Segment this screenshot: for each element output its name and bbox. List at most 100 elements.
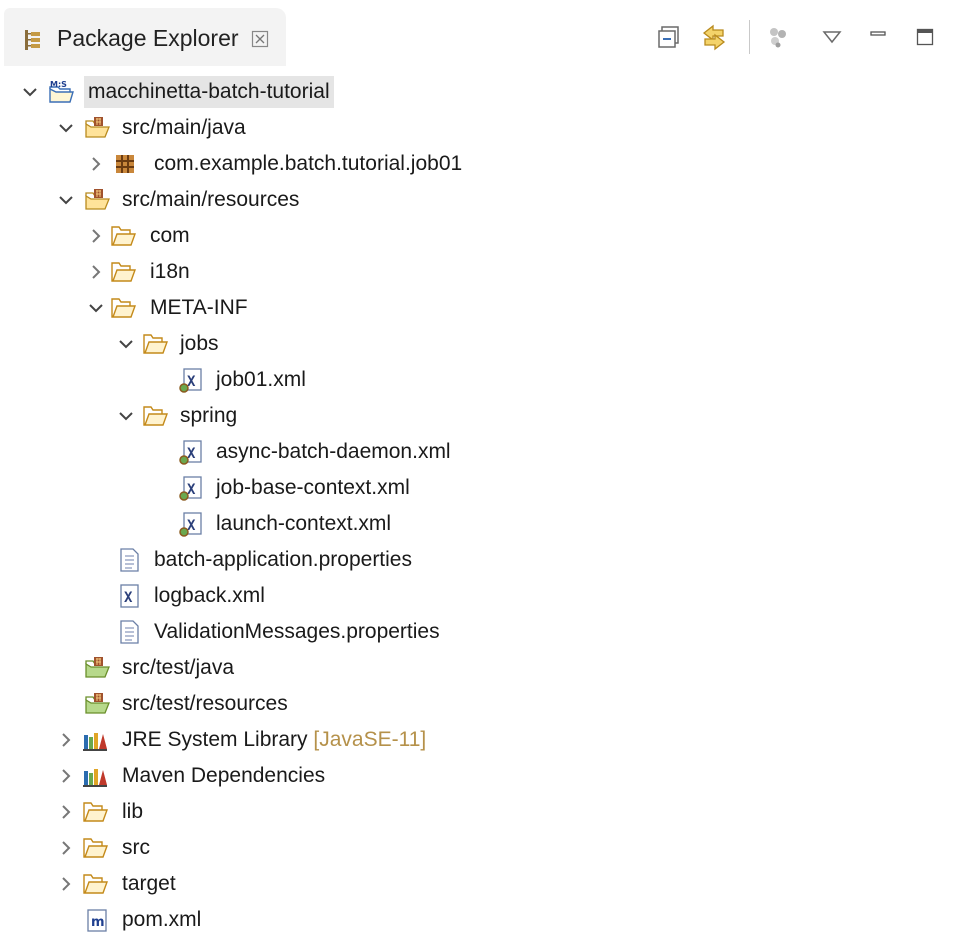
tree-item-label: Maven Dependencies [122, 764, 326, 787]
tree-item-label-box: src [118, 832, 154, 864]
chevron-right-icon[interactable] [56, 874, 76, 894]
tree-item-label: job-base-context.xml [216, 476, 410, 499]
chevron-down-icon[interactable] [116, 406, 136, 426]
tree-item-job01-xml[interactable]: X job01.xml [0, 362, 955, 398]
tree-item-label-box: lib [118, 796, 147, 828]
chevron-down-icon[interactable] [20, 82, 40, 102]
close-icon[interactable] [251, 30, 269, 53]
package-explorer-tab[interactable]: Package Explorer [4, 8, 286, 66]
xml-file-icon: X [116, 583, 142, 609]
tree-item-meta-inf[interactable]: META-INF [0, 290, 955, 326]
tree-item-label-box: i18n [146, 256, 194, 288]
tree-item-com[interactable]: com [0, 218, 955, 254]
tree-item-label-box: src/main/java [118, 112, 250, 144]
chevron-right-icon[interactable] [86, 226, 106, 246]
chevron-right-icon[interactable] [86, 262, 106, 282]
tree-item-label: src [122, 836, 150, 859]
tree-item-label: com [150, 224, 190, 247]
folder-icon [82, 835, 108, 861]
folder-icon [110, 295, 136, 321]
maven-project-icon: M:S [48, 79, 74, 105]
chevron-right-icon[interactable] [86, 154, 106, 174]
tree-item-label: lib [122, 800, 144, 823]
tree-item-label: jobs [180, 332, 219, 355]
tree-item-i18n[interactable]: i18n [0, 254, 955, 290]
svg-text:m: m [91, 915, 105, 930]
folder-icon [110, 259, 136, 285]
tree-item-label-box: JRE System Library [JavaSE-11] [118, 724, 430, 756]
tree-item-label-box: Maven Dependencies [118, 760, 329, 792]
tree-item-label-box: macchinetta-batch-tutorial [84, 76, 334, 108]
tree-item-label-box: jobs [176, 328, 223, 360]
tree-item-target[interactable]: target [0, 866, 955, 902]
tree-item-src-main-resources[interactable]: src/main/resources [0, 182, 955, 218]
tree-item-lib[interactable]: lib [0, 794, 955, 830]
library-icon [82, 727, 108, 753]
tree-item-label-box: job01.xml [212, 364, 310, 396]
library-icon [82, 763, 108, 789]
tree-item-label: src/test/resources [122, 692, 288, 715]
tree-item-launch-context-xml[interactable]: X launch-context.xml [0, 506, 955, 542]
tree-item-label: ValidationMessages.properties [154, 620, 440, 643]
tree-item-label: com.example.batch.tutorial.job01 [154, 152, 463, 175]
view-header: Package Explorer [0, 0, 955, 74]
chevron-right-icon[interactable] [56, 838, 76, 858]
tree-item-logback-xml[interactable]: X logback.xml [0, 578, 955, 614]
focus-active-task-icon[interactable] [763, 22, 793, 52]
tree-item-src-main-java[interactable]: src/main/java [0, 110, 955, 146]
tree-item-jobs[interactable]: jobs [0, 326, 955, 362]
chevron-down-icon[interactable] [86, 298, 106, 318]
tree-item-src[interactable]: src [0, 830, 955, 866]
tree-item-label-box: spring [176, 400, 241, 432]
tree-item-label: pom.xml [122, 908, 202, 931]
chevron-right-icon[interactable] [56, 802, 76, 822]
folder-icon [142, 331, 168, 357]
tree-item-src-test-resources[interactable]: src/test/resources [0, 686, 955, 722]
tree-item-pom-xml[interactable]: m pom.xml [0, 902, 955, 938]
tree-item-label-box: pom.xml [118, 904, 205, 936]
chevron-right-icon[interactable] [56, 730, 76, 750]
tree-item-label-box: src/test/resources [118, 688, 292, 720]
tree-item-jre-system-library[interactable]: JRE System Library [JavaSE-11] [0, 722, 955, 758]
view-menu-icon[interactable] [817, 22, 847, 52]
chevron-down-icon[interactable] [116, 334, 136, 354]
spring-xml-file-icon: X [178, 475, 204, 501]
spring-xml-file-icon: X [178, 439, 204, 465]
link-with-editor-icon[interactable] [699, 22, 729, 52]
tree-item-async-batch-daemon-xml[interactable]: X async-batch-daemon.xml [0, 434, 955, 470]
source-folder-icon [84, 187, 110, 213]
tree-item-macchinetta-batch-tutorial[interactable]: M:S macchinetta-batch-tutorial [0, 74, 955, 110]
chevron-right-icon[interactable] [56, 766, 76, 786]
chevron-down-icon[interactable] [56, 190, 76, 210]
tree-item-label-box: META-INF [146, 292, 252, 324]
jre-version-decoration: [JavaSE-11] [307, 728, 427, 751]
tree-item-label-box: job-base-context.xml [212, 472, 414, 504]
tree-item-src-test-java[interactable]: src/test/java [0, 650, 955, 686]
tree-item-batch-application-properties[interactable]: batch-application.properties [0, 542, 955, 578]
tree-item-label-box: src/main/resources [118, 184, 303, 216]
spring-xml-file-icon: X [178, 511, 204, 537]
tree-item-spring[interactable]: spring [0, 398, 955, 434]
tree-item-validationmessages-properties[interactable]: ValidationMessages.properties [0, 614, 955, 650]
tree-item-label-box: com [146, 220, 194, 252]
tree-item-label: src/test/java [122, 656, 235, 679]
tree-item-job-base-context-xml[interactable]: X job-base-context.xml [0, 470, 955, 506]
tree-item-label: logback.xml [154, 584, 265, 607]
tree-item-label: i18n [150, 260, 190, 283]
properties-file-icon [116, 547, 142, 573]
source-folder-icon [84, 691, 110, 717]
maximize-icon[interactable] [910, 22, 940, 52]
tree-item-label-box: target [118, 868, 180, 900]
folder-icon [82, 871, 108, 897]
properties-file-icon [116, 619, 142, 645]
minimize-icon[interactable] [863, 22, 893, 52]
svg-text:M:S: M:S [50, 80, 67, 89]
tree-item-package[interactable]: com.example.batch.tutorial.job01 [0, 146, 955, 182]
tree-item-label-box: com.example.batch.tutorial.job01 [150, 148, 466, 180]
folder-icon [142, 403, 168, 429]
package-explorer-icon [23, 29, 43, 56]
tree-item-maven-dependencies[interactable]: Maven Dependencies [0, 758, 955, 794]
svg-text:X: X [124, 590, 133, 606]
collapse-all-icon[interactable] [654, 22, 684, 52]
chevron-down-icon[interactable] [56, 118, 76, 138]
